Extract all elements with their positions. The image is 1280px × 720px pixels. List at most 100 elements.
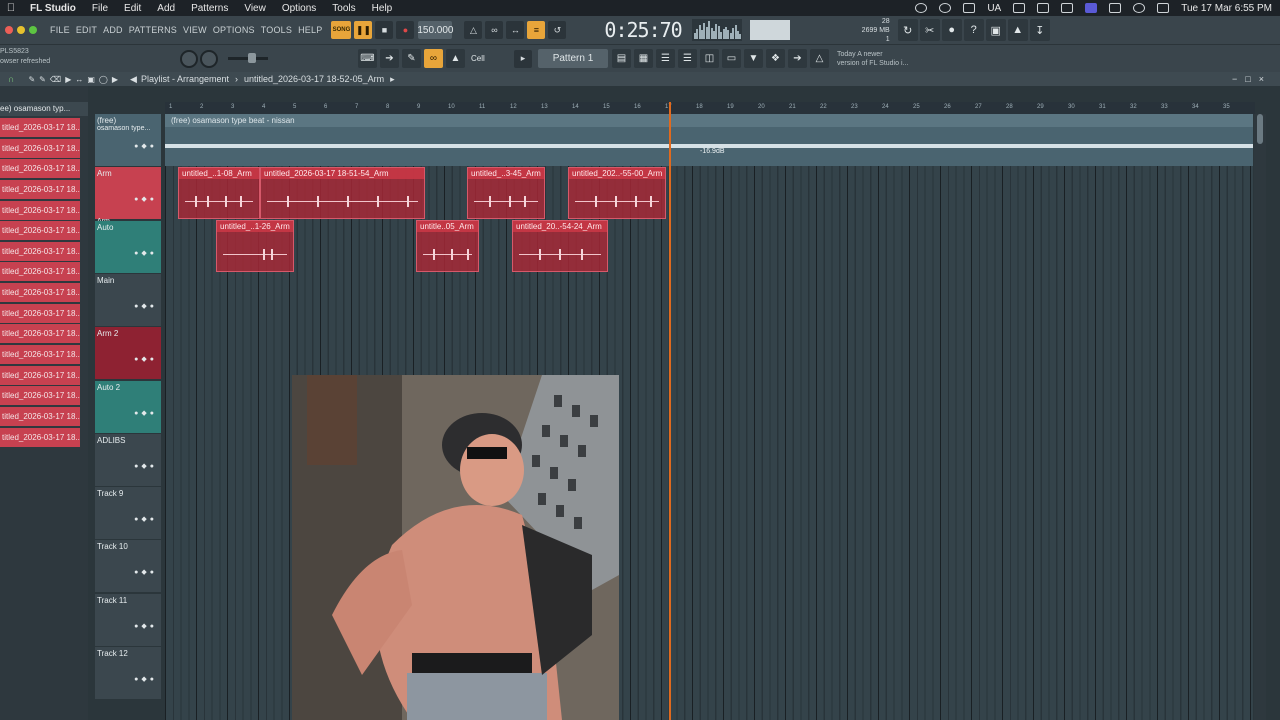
pattern-prev-icon[interactable]: ▸ (514, 49, 532, 68)
track-header[interactable]: Track 10 ●◆● (95, 540, 161, 593)
playlist-breadcrumb[interactable]: untitled_2026-03-17 18-52-05_Arm (244, 74, 384, 84)
close-window-icon[interactable] (5, 26, 13, 34)
browser-item[interactable]: titled_2026-03-17 18... (0, 345, 80, 365)
timeline-ruler[interactable]: 1234567891011121314151617181920212223242… (165, 102, 1255, 114)
screen-record-icon[interactable] (1085, 3, 1098, 13)
track-header[interactable]: Track 9 ●◆● (95, 487, 161, 540)
track-name[interactable]: Auto 2 (97, 383, 161, 392)
plugin-picker-icon[interactable]: ▼ (744, 49, 763, 68)
news-panel[interactable]: Today A newer version of FL Studio i... (837, 50, 917, 68)
master-volume-knob[interactable] (180, 49, 198, 68)
stamp-icon[interactable]: ▲ (446, 49, 465, 68)
track-name[interactable]: Track 10 (97, 542, 161, 551)
track-name[interactable]: (free) (97, 116, 161, 125)
browser-item[interactable]: titled_2026-03-17 18... (0, 118, 80, 137)
track-mute-solo-icons[interactable]: ●◆● (134, 249, 157, 257)
browser-item[interactable]: titled_2026-03-17 18... (0, 241, 80, 261)
menu-options[interactable]: Options (274, 3, 324, 14)
cut-icon[interactable]: ✂ (919, 19, 940, 41)
channel-rack-icon[interactable]: ☰ (656, 49, 675, 68)
fl-menu-tools[interactable]: TOOLS (258, 25, 295, 35)
audio-clip-3[interactable]: untitled_..3-45_Arm (467, 167, 545, 219)
menu-help[interactable]: Help (364, 3, 401, 14)
browser-item[interactable]: titled_2026-03-17 18... (0, 221, 80, 241)
snap-selector[interactable]: Cell (471, 54, 511, 63)
browser-item[interactable]: titled_2026-03-17 18... (0, 283, 80, 303)
track-header[interactable]: Arm 2 ●◆● (95, 327, 161, 380)
loop-record-icon[interactable]: ↺ (548, 21, 567, 39)
fl-menu-help[interactable]: HELP (295, 25, 325, 35)
track-mute-solo-icons[interactable]: ●◆● (134, 515, 157, 523)
track-name[interactable]: Track 9 (97, 489, 161, 498)
fl-menu-view[interactable]: VIEW (180, 25, 210, 35)
menu-add[interactable]: Add (149, 3, 183, 14)
track-mute-solo-icons[interactable]: ●◆● (134, 622, 157, 630)
track-header[interactable]: Track 11 ●◆● (95, 593, 161, 646)
record-button[interactable]: ● (396, 21, 415, 39)
master-slider[interactable] (228, 53, 268, 63)
bluetooth-icon[interactable] (1013, 3, 1026, 13)
track-header[interactable]: Auto ●◆● (95, 220, 161, 273)
browser-item[interactable]: titled_2026-03-17 18... (0, 324, 80, 344)
browser-header[interactable]: ee) osamason typ... (0, 102, 88, 116)
input-language[interactable]: UA (987, 3, 1001, 14)
track-header[interactable]: ADLIBS ●◆● (95, 433, 161, 486)
browser-item[interactable]: titled_2026-03-17 18... (0, 159, 80, 179)
fl-menu-file[interactable]: FILE (47, 25, 73, 35)
track-mute-solo-icons[interactable]: ●◆● (134, 302, 157, 310)
browser-item[interactable]: titled_2026-03-17 18... (0, 179, 80, 199)
browser-item[interactable]: titled_2026-03-17 18... (0, 365, 80, 385)
fl-menu-add[interactable]: ADD (100, 25, 126, 35)
track-name[interactable]: Arm (97, 169, 161, 178)
browser-item[interactable]: titled_2026-03-17 18... (0, 427, 80, 447)
track-name[interactable]: Track 11 (97, 596, 161, 605)
audio-clip-7[interactable]: untitled_20..-54-24_Arm (512, 220, 608, 272)
menu-edit[interactable]: Edit (116, 3, 149, 14)
track-mute-solo-icons[interactable]: ●◆● (134, 568, 157, 576)
song-mode-button[interactable]: SONG (331, 21, 352, 39)
countdown-icon[interactable]: ↔ (506, 21, 525, 39)
mixer-icon[interactable]: ☰ (678, 49, 697, 68)
track-mute-solo-icons[interactable]: ●◆● (134, 195, 157, 203)
piano-roll-icon[interactable]: ▦ (634, 49, 653, 68)
download-icon[interactable]: ↧ (1029, 19, 1050, 41)
pencil-icon[interactable]: ✎ (402, 49, 421, 68)
menu-patterns[interactable]: Patterns (183, 3, 236, 14)
audio-clip-4[interactable]: untitled_202..-55-00_Arm (568, 167, 666, 219)
undo-icon[interactable]: ↻ (897, 19, 918, 41)
help-icon[interactable]: ? (963, 19, 984, 41)
audio-clip-6[interactable]: untitle..05_Arm (416, 220, 479, 272)
plugin-icon[interactable]: ▲ (1007, 19, 1028, 41)
link-icon[interactable]: ∞ (424, 49, 443, 68)
metronome-icon[interactable]: △ (464, 21, 483, 39)
track-mute-solo-icons[interactable]: ●◆● (134, 409, 157, 417)
playlist-window-buttons[interactable]: −□× (1232, 74, 1272, 84)
track-name[interactable]: Arm 2 (97, 329, 161, 338)
creative-cloud-icon[interactable] (915, 3, 928, 13)
pattern-selector[interactable]: Pattern 1 (538, 49, 608, 68)
browser-item[interactable]: titled_2026-03-17 18... (0, 262, 80, 282)
battery-icon[interactable] (1061, 3, 1074, 13)
browser-item[interactable]: titled_2026-03-17 18... (0, 406, 80, 426)
menu-file[interactable]: File (84, 3, 116, 14)
fl-menu-options[interactable]: OPTIONS (210, 25, 258, 35)
tools-icon[interactable]: ❖ (766, 49, 785, 68)
track-name[interactable]: Main (97, 276, 161, 285)
notes-icon[interactable]: ▭ (722, 49, 741, 68)
track-header[interactable]: Track 12 ●◆● (95, 647, 161, 699)
playlist-tools-icon[interactable]: ✎✎⌫▶↔▣◯▶ (28, 75, 122, 84)
track-name[interactable]: Track 12 (97, 649, 161, 658)
browser-item[interactable]: titled_2026-03-17 18... (0, 200, 80, 220)
song-position-display[interactable]: 0:25:70 (604, 18, 682, 42)
fx-icon[interactable]: ➔ (788, 49, 807, 68)
play-circle-icon[interactable] (939, 3, 952, 13)
track-header[interactable]: (free) osamason type... ●◆● (95, 114, 161, 166)
track-header[interactable]: Main ●◆● (95, 273, 161, 326)
audio-clip-1[interactable]: untitled_..1-08_Arm (178, 167, 260, 219)
arrow-icon[interactable]: ➔ (380, 49, 399, 68)
tempo-display[interactable]: 150.000 (417, 21, 453, 39)
master-pitch-knob[interactable] (200, 49, 218, 68)
browser-item[interactable]: titled_2026-03-17 18... (0, 386, 80, 406)
control-center-icon[interactable] (1157, 3, 1170, 13)
volume-icon[interactable] (1037, 3, 1050, 13)
